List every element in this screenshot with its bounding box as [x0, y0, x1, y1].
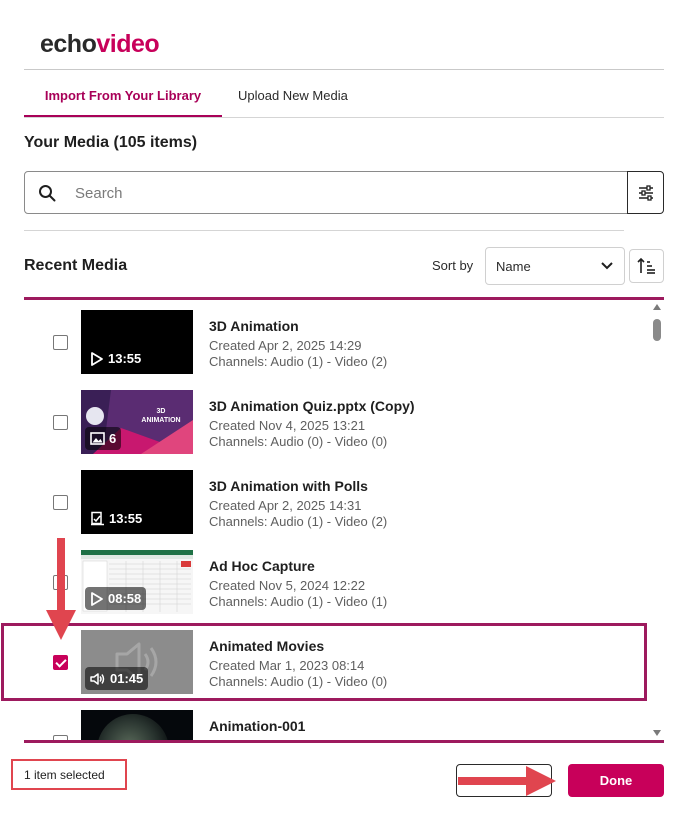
sort-selected-value: Name — [496, 259, 531, 274]
media-channels: Channels: Audio (1) - Video (0) — [209, 674, 388, 689]
your-media-title: Your Media (105 items) — [24, 134, 198, 151]
section-divider — [24, 230, 624, 231]
media-title: 3D Animation Quiz.pptx (Copy) — [209, 398, 415, 414]
tabs-divider — [24, 117, 664, 118]
screen-capture-thumbnail: 08:58 — [81, 550, 193, 614]
video-thumbnail: 13:55 — [81, 310, 193, 374]
media-created: Created Apr 2, 2025 14:31 — [209, 498, 362, 513]
media-created: Created Mar 1, 2023 08:14 — [209, 658, 365, 673]
done-button[interactable]: Done — [568, 764, 664, 797]
media-row[interactable]: 08:58 Ad Hoc Capture Created Nov 5, 2024… — [24, 548, 648, 628]
media-created: Created Nov 4, 2025 13:21 — [209, 418, 366, 433]
media-channels: Channels: Audio (0) - Video (0) — [209, 434, 388, 449]
recent-media-title: Recent Media — [24, 257, 128, 274]
tab-import-from-library[interactable]: Import From Your Library — [24, 88, 222, 118]
media-list: 13:55 3D Animation Created Apr 2, 2025 1… — [24, 300, 648, 740]
duration-text: 13:55 — [108, 351, 142, 366]
list-bottom-border — [24, 740, 664, 743]
media-title: Animation-001 — [209, 718, 306, 734]
duration-badge: 08:58 — [85, 587, 147, 610]
row-checkbox[interactable] — [53, 415, 68, 430]
media-title: Animated Movies — [209, 638, 325, 654]
logo-echo-text: echo — [40, 30, 97, 58]
duration-badge: 13:55 — [85, 507, 148, 530]
quiz-icon — [91, 511, 104, 526]
image-icon — [90, 432, 105, 445]
duration-text: 08:58 — [108, 591, 142, 606]
filter-sliders-icon — [638, 184, 653, 201]
sort-by-label: Sort by — [432, 258, 474, 273]
sort-order-button[interactable] — [629, 249, 664, 283]
presentation-thumbnail: 3D ANIMATION 6 — [81, 390, 193, 454]
planet-graphic — [98, 714, 168, 740]
row-checkbox[interactable] — [53, 495, 68, 510]
media-row[interactable]: 13:55 3D Animation with Polls Created Ap… — [24, 468, 648, 548]
search-icon — [39, 185, 56, 202]
echovideo-logo: echovideo — [40, 30, 160, 59]
row-checkbox-checked[interactable] — [53, 655, 68, 670]
tab-upload-new-media[interactable]: Upload New Media — [238, 88, 348, 118]
media-channels: Channels: Audio (1) - Video (2) — [209, 514, 388, 529]
row-checkbox[interactable] — [53, 335, 68, 350]
scroll-down-arrow-icon[interactable] — [653, 730, 661, 736]
media-title: 3D Animation with Polls — [209, 478, 368, 494]
media-channels: Channels: Audio (1) - Video (1) — [209, 594, 388, 609]
slide-title-text: 3D ANIMATION — [141, 408, 181, 424]
speaker-icon — [90, 672, 105, 685]
secondary-button[interactable] — [456, 764, 552, 797]
video-thumbnail — [81, 710, 193, 740]
logo-video-text: video — [96, 30, 160, 58]
slide-count-badge: 6 — [85, 427, 122, 450]
selection-count: 1 item selected — [11, 759, 127, 790]
list-scrollbar[interactable] — [650, 300, 664, 740]
duration-badge: 13:55 — [85, 347, 147, 370]
play-icon — [91, 591, 103, 606]
media-title: 3D Animation — [209, 318, 299, 334]
media-title: Ad Hoc Capture — [209, 558, 315, 574]
search-box — [24, 171, 628, 214]
media-channels: Channels: Audio (1) - Video (2) — [209, 354, 388, 369]
row-checkbox[interactable] — [53, 575, 68, 590]
video-thumbnail: 13:55 — [81, 470, 193, 534]
duration-badge: 01:45 — [85, 667, 149, 690]
filter-button[interactable] — [627, 171, 664, 214]
scroll-up-arrow-icon[interactable] — [653, 304, 661, 310]
media-row-selected[interactable]: 01:45 Animated Movies Created Mar 1, 202… — [24, 628, 648, 708]
media-created: Created Nov 5, 2024 12:22 — [209, 578, 366, 593]
media-row[interactable]: 13:55 3D Animation Created Apr 2, 2025 1… — [24, 308, 648, 388]
slide-count-text: 6 — [109, 431, 117, 446]
media-row[interactable]: Animation-001 — [24, 708, 648, 740]
chevron-down-icon — [601, 262, 613, 270]
scrollbar-thumb[interactable] — [653, 319, 661, 341]
play-icon — [91, 351, 103, 366]
sort-select[interactable]: Name — [485, 247, 625, 285]
media-created: Created Apr 2, 2025 14:29 — [209, 338, 362, 353]
media-row[interactable]: 3D ANIMATION 6 3D Animation Quiz.pptx (Co… — [24, 388, 648, 468]
sort-ascending-icon — [636, 257, 655, 274]
header-divider — [24, 69, 664, 70]
audio-thumbnail: 01:45 — [81, 630, 193, 694]
duration-text: 01:45 — [110, 671, 144, 686]
search-input[interactable] — [75, 180, 615, 206]
duration-text: 13:55 — [109, 511, 143, 526]
